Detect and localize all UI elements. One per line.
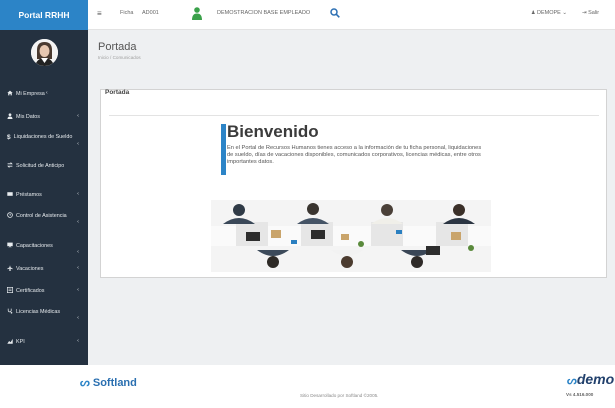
office-team-image	[211, 200, 491, 272]
sidebar: Portal RRHH Mi Empresa ‹ Mis Datos ‹ $ Li…	[0, 0, 88, 365]
breadcrumb: Inicio / Comunicados	[98, 55, 141, 60]
sidebar-item-asistencia[interactable]: Control de Asistencia ‹	[0, 212, 88, 225]
search-icon[interactable]	[330, 8, 340, 20]
chevron-left-icon: ‹	[77, 141, 79, 147]
welcome-accent-bar	[221, 124, 226, 175]
page-title: Portada	[98, 41, 137, 53]
card-icon	[7, 191, 13, 197]
chevron-left-icon: ‹	[77, 191, 79, 197]
softland-logo-icon: ᔕ	[80, 377, 90, 389]
footer: ᔕ Softland Sitio Desarrollado por Softla…	[0, 365, 615, 408]
account-name: DEMOPE	[537, 10, 561, 16]
sidebar-item-certificados[interactable]: Certificados ‹	[0, 286, 88, 295]
plane-icon	[7, 265, 13, 271]
panel-divider	[109, 115, 599, 116]
chevron-left-icon: ‹	[77, 265, 79, 271]
user-icon	[7, 113, 13, 119]
demo-logo: ᔕdemo	[567, 371, 615, 387]
user-icon: ♟	[531, 10, 536, 16]
sidebar-item-licencias[interactable]: Licencias Médicas ‹	[0, 308, 88, 321]
avatar	[31, 39, 58, 66]
chevron-left-icon: ‹	[45, 90, 48, 96]
user-green-icon	[192, 7, 202, 22]
chevron-left-icon: ‹	[77, 315, 79, 321]
chevron-left-icon: ‹	[77, 249, 79, 255]
chevron-down-icon: ⌄	[562, 10, 567, 16]
dollar-icon: $	[7, 134, 11, 141]
panel-title: Portada	[105, 89, 130, 96]
transfer-icon	[7, 162, 13, 168]
chevron-left-icon: ‹	[77, 219, 79, 225]
account-menu[interactable]: ♟ DEMOPE ⌄	[531, 10, 567, 16]
certificate-icon	[6, 286, 14, 294]
board-icon	[7, 242, 13, 248]
sidebar-item-mi-empresa[interactable]: Mi Empresa ‹	[0, 90, 57, 98]
logout-button[interactable]: ⇥ Salir	[582, 10, 599, 16]
chevron-left-icon: ‹	[77, 113, 79, 119]
app-title[interactable]: Portal RRHH	[0, 0, 88, 30]
sidebar-item-mis-datos[interactable]: Mis Datos ‹	[0, 113, 88, 121]
sidebar-item-capacitaciones[interactable]: Capacitaciones ‹	[0, 242, 88, 255]
welcome-title: Bienvenido	[227, 122, 319, 141]
main-content: Portada Inicio / Comunicados Portada Bie…	[88, 30, 615, 365]
chart-icon	[7, 338, 13, 344]
softland-logo: ᔕ Softland	[80, 377, 137, 389]
ficha-label: Ficha	[120, 10, 134, 16]
welcome-text: En el Portal de Recursos Humanos tienes …	[227, 145, 482, 166]
breadcrumb-current: Comunicados	[112, 55, 141, 60]
breadcrumb-separator: /	[110, 55, 112, 60]
footer-credit: Sitio Desarrollado por Softland ©2005.	[300, 393, 379, 398]
demo-logo-icon: ᔕ	[567, 375, 577, 387]
sidebar-item-prestamos[interactable]: Préstamos ‹	[0, 191, 88, 199]
logout-icon: ⇥	[582, 10, 587, 16]
sidebar-item-anticipo[interactable]: Solicitud de Anticipo	[0, 162, 88, 170]
user-name: DEMOSTRACION BASE EMPLEADO	[217, 10, 311, 16]
clock-icon	[7, 212, 13, 218]
stethoscope-icon	[7, 308, 13, 314]
topbar: ≡ Ficha AD001 DEMOSTRACION BASE EMPLEADO…	[88, 0, 615, 30]
sidebar-item-kpi[interactable]: KPI ‹	[0, 338, 88, 346]
version-label: Vs 4.516.000	[566, 392, 594, 397]
chevron-left-icon: ‹	[77, 338, 79, 344]
breadcrumb-home[interactable]: Inicio	[98, 55, 109, 60]
sidebar-item-vacaciones[interactable]: Vacaciones ‹	[0, 265, 88, 273]
home-icon	[7, 90, 13, 96]
sidebar-item-liquidaciones[interactable]: $ Liquidaciones de Sueldo ‹	[0, 134, 88, 147]
chevron-left-icon: ‹	[77, 287, 79, 293]
menu-toggle-icon[interactable]: ≡	[97, 9, 102, 18]
ficha-value: AD001	[142, 10, 159, 16]
